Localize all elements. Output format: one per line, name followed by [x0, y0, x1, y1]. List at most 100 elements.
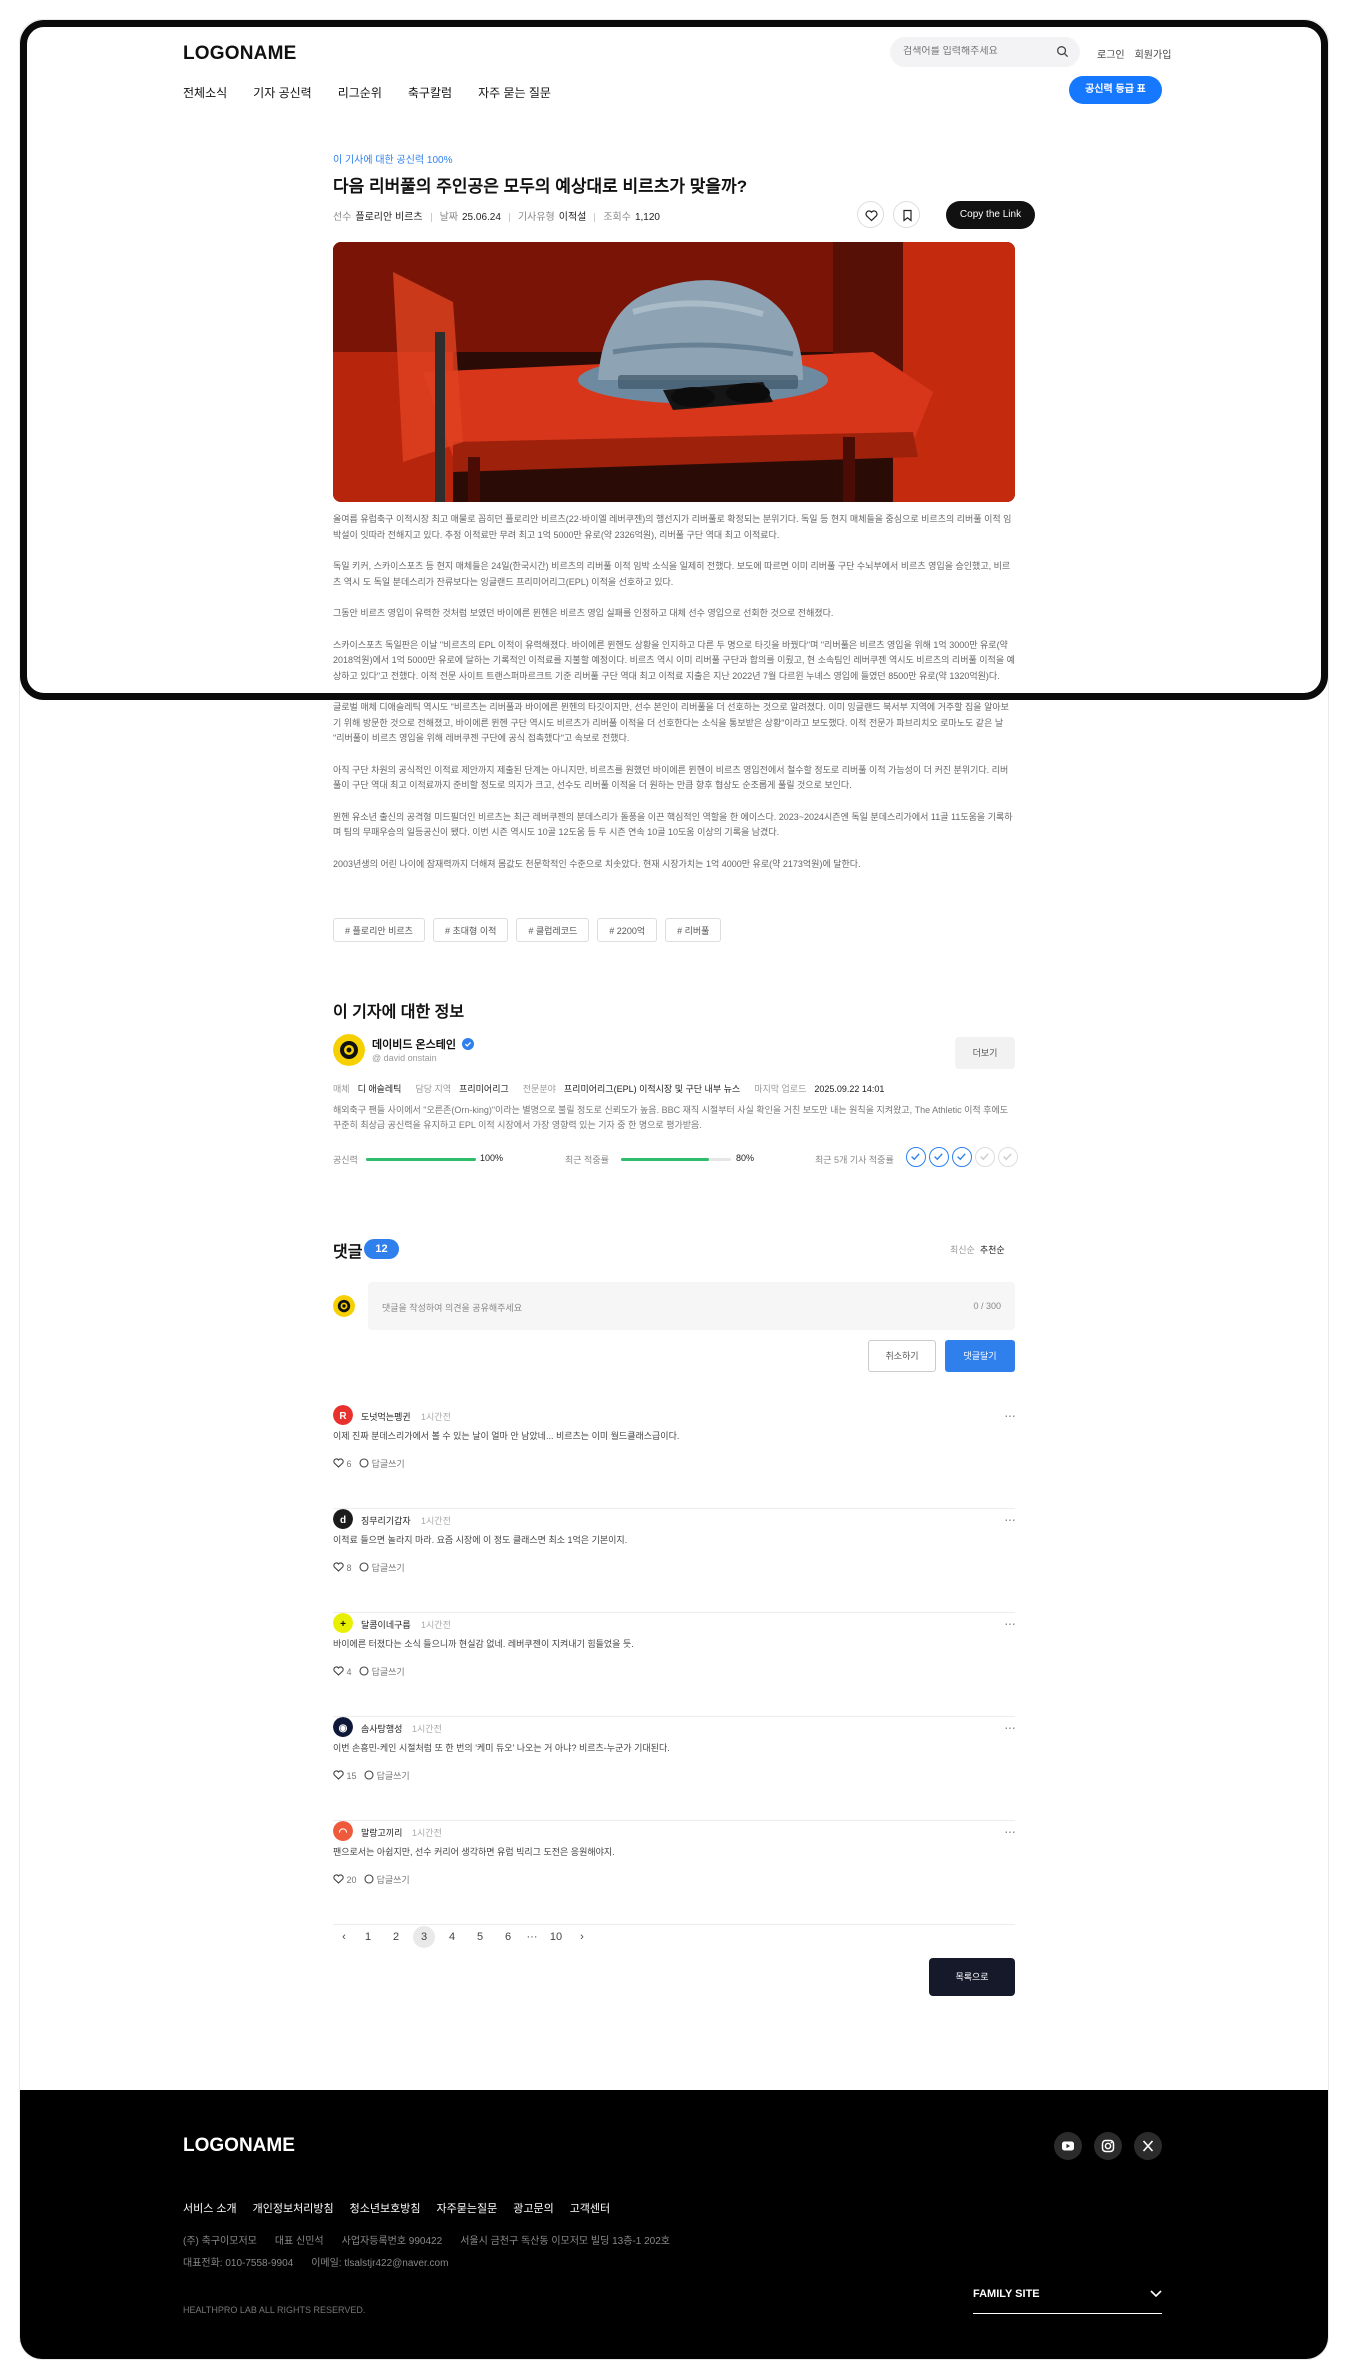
commenter-name[interactable]: 솜사탕행성: [361, 1722, 402, 1735]
nav-item-column[interactable]: 축구칼럼: [408, 86, 452, 100]
reply-button[interactable]: 답글쓰기: [359, 1562, 405, 1573]
tag-chip[interactable]: # 초대형 이적: [432, 918, 509, 942]
my-avatar-image: [333, 1295, 355, 1317]
copy-link-button[interactable]: Copy the Link: [946, 201, 1035, 229]
commenter-avatar[interactable]: d: [333, 1509, 353, 1529]
search-input[interactable]: [903, 46, 1053, 57]
comment-text: 이적료 들으면 놀라지 마라. 요즘 시장에 이 정도 클래스면 최소 1억은 …: [333, 1535, 628, 1545]
footer-logo[interactable]: LOGONAME: [183, 2135, 295, 2157]
commenter-name[interactable]: 달콤이네구름: [361, 1618, 411, 1631]
more-options-icon[interactable]: ···: [1004, 1407, 1016, 1423]
sort-recommended[interactable]: 추천순: [980, 1245, 1005, 1255]
more-options-icon[interactable]: ···: [1004, 1511, 1016, 1527]
recent-accuracy-label: 최근 5개 기사 적중률: [815, 1155, 894, 1165]
comment-like-button[interactable]: 15: [333, 1770, 357, 1781]
comment-like-button[interactable]: 4: [333, 1666, 352, 1677]
commenter-name[interactable]: 말랑고끼리: [361, 1826, 402, 1839]
commenter-avatar[interactable]: ◠: [333, 1821, 353, 1841]
sort-latest[interactable]: 최신순: [950, 1245, 975, 1255]
x-twitter-icon[interactable]: [1134, 2132, 1162, 2160]
reporter-meta: 매체 디 애슬레틱 담당 지역 프리미어리그 전문분야 프리미어리그(EPL) 이적시장 …: [333, 1082, 898, 1095]
page-link-current[interactable]: 3: [413, 1926, 435, 1948]
article-tags: # 플로리안 비르츠 # 초대형 이적 # 클럽레코드 # 2200억 # 리버풀: [333, 918, 729, 942]
youtube-icon[interactable]: [1054, 2132, 1082, 2160]
commenter-name[interactable]: 징무리기갑자: [361, 1514, 411, 1527]
media-label: 매체: [333, 1084, 350, 1094]
page-link[interactable]: 2: [385, 1926, 407, 1948]
like-button[interactable]: [857, 201, 884, 228]
signup-link[interactable]: 회원가입: [1135, 50, 1172, 61]
site-logo[interactable]: LOGONAME: [183, 43, 297, 65]
reporter-name-text: 데이비드 온스테인: [372, 1039, 457, 1051]
company-email: 이메일: tlsalstjr422@naver.com: [311, 2258, 449, 2269]
tag-chip[interactable]: # 클럽레코드: [516, 918, 590, 942]
comment-like-count: 15: [346, 1771, 357, 1781]
footer-link-youth[interactable]: 청소년보호방침: [350, 2203, 421, 2215]
credibility-grade-button[interactable]: 공신력 등급 표: [1069, 76, 1162, 104]
next-page-icon[interactable]: ›: [571, 1926, 593, 1948]
svg-text:◉: ◉: [339, 1723, 348, 1734]
reporter-more-button[interactable]: 더보기: [955, 1037, 1015, 1069]
comment-item: d 징무리기갑자 1시간전 이적료 들으면 놀라지 마라. 요즘 시장에 이 정도 클…: [333, 1509, 1016, 1613]
bookmark-button[interactable]: [893, 201, 920, 228]
page-link[interactable]: 10: [545, 1926, 567, 1948]
more-options-icon[interactable]: ···: [1004, 1823, 1016, 1839]
verified-badge-icon: [462, 1038, 475, 1050]
submit-comment-button[interactable]: 댓글달기: [945, 1340, 1015, 1372]
page-link[interactable]: 6: [497, 1926, 519, 1948]
search-box[interactable]: [890, 37, 1080, 67]
article-paragraph: 올여름 유럽축구 이적시장 최고 매물로 꼽히던 플로리안 비르츠(22·바이엘…: [333, 514, 1012, 540]
nav-item-faq[interactable]: 자주 묻는 질문: [478, 86, 551, 100]
tag-chip[interactable]: # 플로리안 비르츠: [333, 918, 425, 942]
svg-text:d: d: [340, 1515, 346, 1526]
footer-link-ads[interactable]: 광고문의: [513, 2203, 553, 2215]
reply-button[interactable]: 답글쓰기: [359, 1458, 405, 1469]
credibility-bar: [366, 1158, 476, 1161]
reply-label: 답글쓰기: [376, 1771, 410, 1781]
more-options-icon[interactable]: ···: [1004, 1719, 1016, 1735]
heart-icon: [333, 1458, 344, 1468]
family-site-label: FAMILY SITE: [973, 2288, 1040, 2300]
login-link[interactable]: 로그인: [1097, 50, 1125, 61]
reply-label: 답글쓰기: [371, 1459, 405, 1469]
reply-button[interactable]: 답글쓰기: [359, 1666, 405, 1677]
nav-item-league-table[interactable]: 리그순위: [338, 86, 382, 100]
reply-label: 답글쓰기: [376, 1875, 410, 1885]
search-icon[interactable]: [1056, 45, 1069, 58]
tag-chip[interactable]: # 리버풀: [665, 918, 722, 942]
instagram-icon[interactable]: [1094, 2132, 1122, 2160]
nav-item-news[interactable]: 전체소식: [183, 86, 227, 100]
more-options-icon[interactable]: ···: [1004, 1615, 1016, 1631]
footer-link-privacy[interactable]: 개인정보처리방침: [253, 2203, 334, 2215]
commenter-avatar[interactable]: R: [333, 1405, 353, 1425]
commenter-name[interactable]: 도넛먹는펭귄: [361, 1410, 411, 1423]
nav-item-reporter-credibility[interactable]: 기자 공신력: [253, 86, 312, 100]
footer-link-faq[interactable]: 자주묻는질문: [436, 2203, 497, 2215]
main-nav: 전체소식 기자 공신력 리그순위 축구칼럼 자주 묻는 질문: [183, 84, 577, 101]
reply-bubble-icon: [364, 1770, 374, 1780]
reply-button[interactable]: 답글쓰기: [364, 1770, 410, 1781]
footer-link-about[interactable]: 서비스 소개: [183, 2203, 237, 2215]
page-link[interactable]: 1: [357, 1926, 379, 1948]
comment-text: 팬으로서는 아쉽지만, 선수 커리어 생각하면 유럽 빅리그 도전은 응원해야지…: [333, 1847, 615, 1857]
page-link[interactable]: 5: [469, 1926, 491, 1948]
reply-button[interactable]: 답글쓰기: [364, 1874, 410, 1885]
cancel-button[interactable]: 취소하기: [868, 1340, 936, 1372]
article-paragraph: 스카이스포츠 독일판은 이날 "비르츠의 EPL 이적이 유력해졌다. 바이에른…: [333, 639, 1015, 681]
commenter-avatar[interactable]: ◉: [333, 1717, 353, 1737]
tag-chip[interactable]: # 2200억: [597, 918, 658, 942]
comment-like-button[interactable]: 20: [333, 1874, 357, 1885]
footer-link-support[interactable]: 고객센터: [570, 2203, 610, 2215]
page-link[interactable]: 4: [441, 1926, 463, 1948]
comment-input[interactable]: 댓글을 작성하여 의견을 공유해주세요 0 / 300: [368, 1282, 1015, 1330]
my-avatar: [333, 1295, 355, 1317]
article-paragraph: 아직 구단 차원의 공식적인 이적료 제안까지 제출된 단계는 아니지만, 비르…: [333, 764, 1009, 791]
back-to-list-button[interactable]: 목록으로: [929, 1958, 1015, 1996]
family-site-select[interactable]: FAMILY SITE: [973, 2284, 1162, 2314]
article-body: 올여름 유럽축구 이적시장 최고 매물로 꼽히던 플로리안 비르츠(22·바이엘…: [333, 512, 1015, 888]
reporter-avatar[interactable]: [333, 1034, 365, 1066]
comment-like-button[interactable]: 8: [333, 1562, 352, 1573]
comment-like-button[interactable]: 6: [333, 1458, 352, 1469]
prev-page-icon[interactable]: ‹: [333, 1926, 355, 1948]
commenter-avatar[interactable]: +: [333, 1613, 353, 1633]
